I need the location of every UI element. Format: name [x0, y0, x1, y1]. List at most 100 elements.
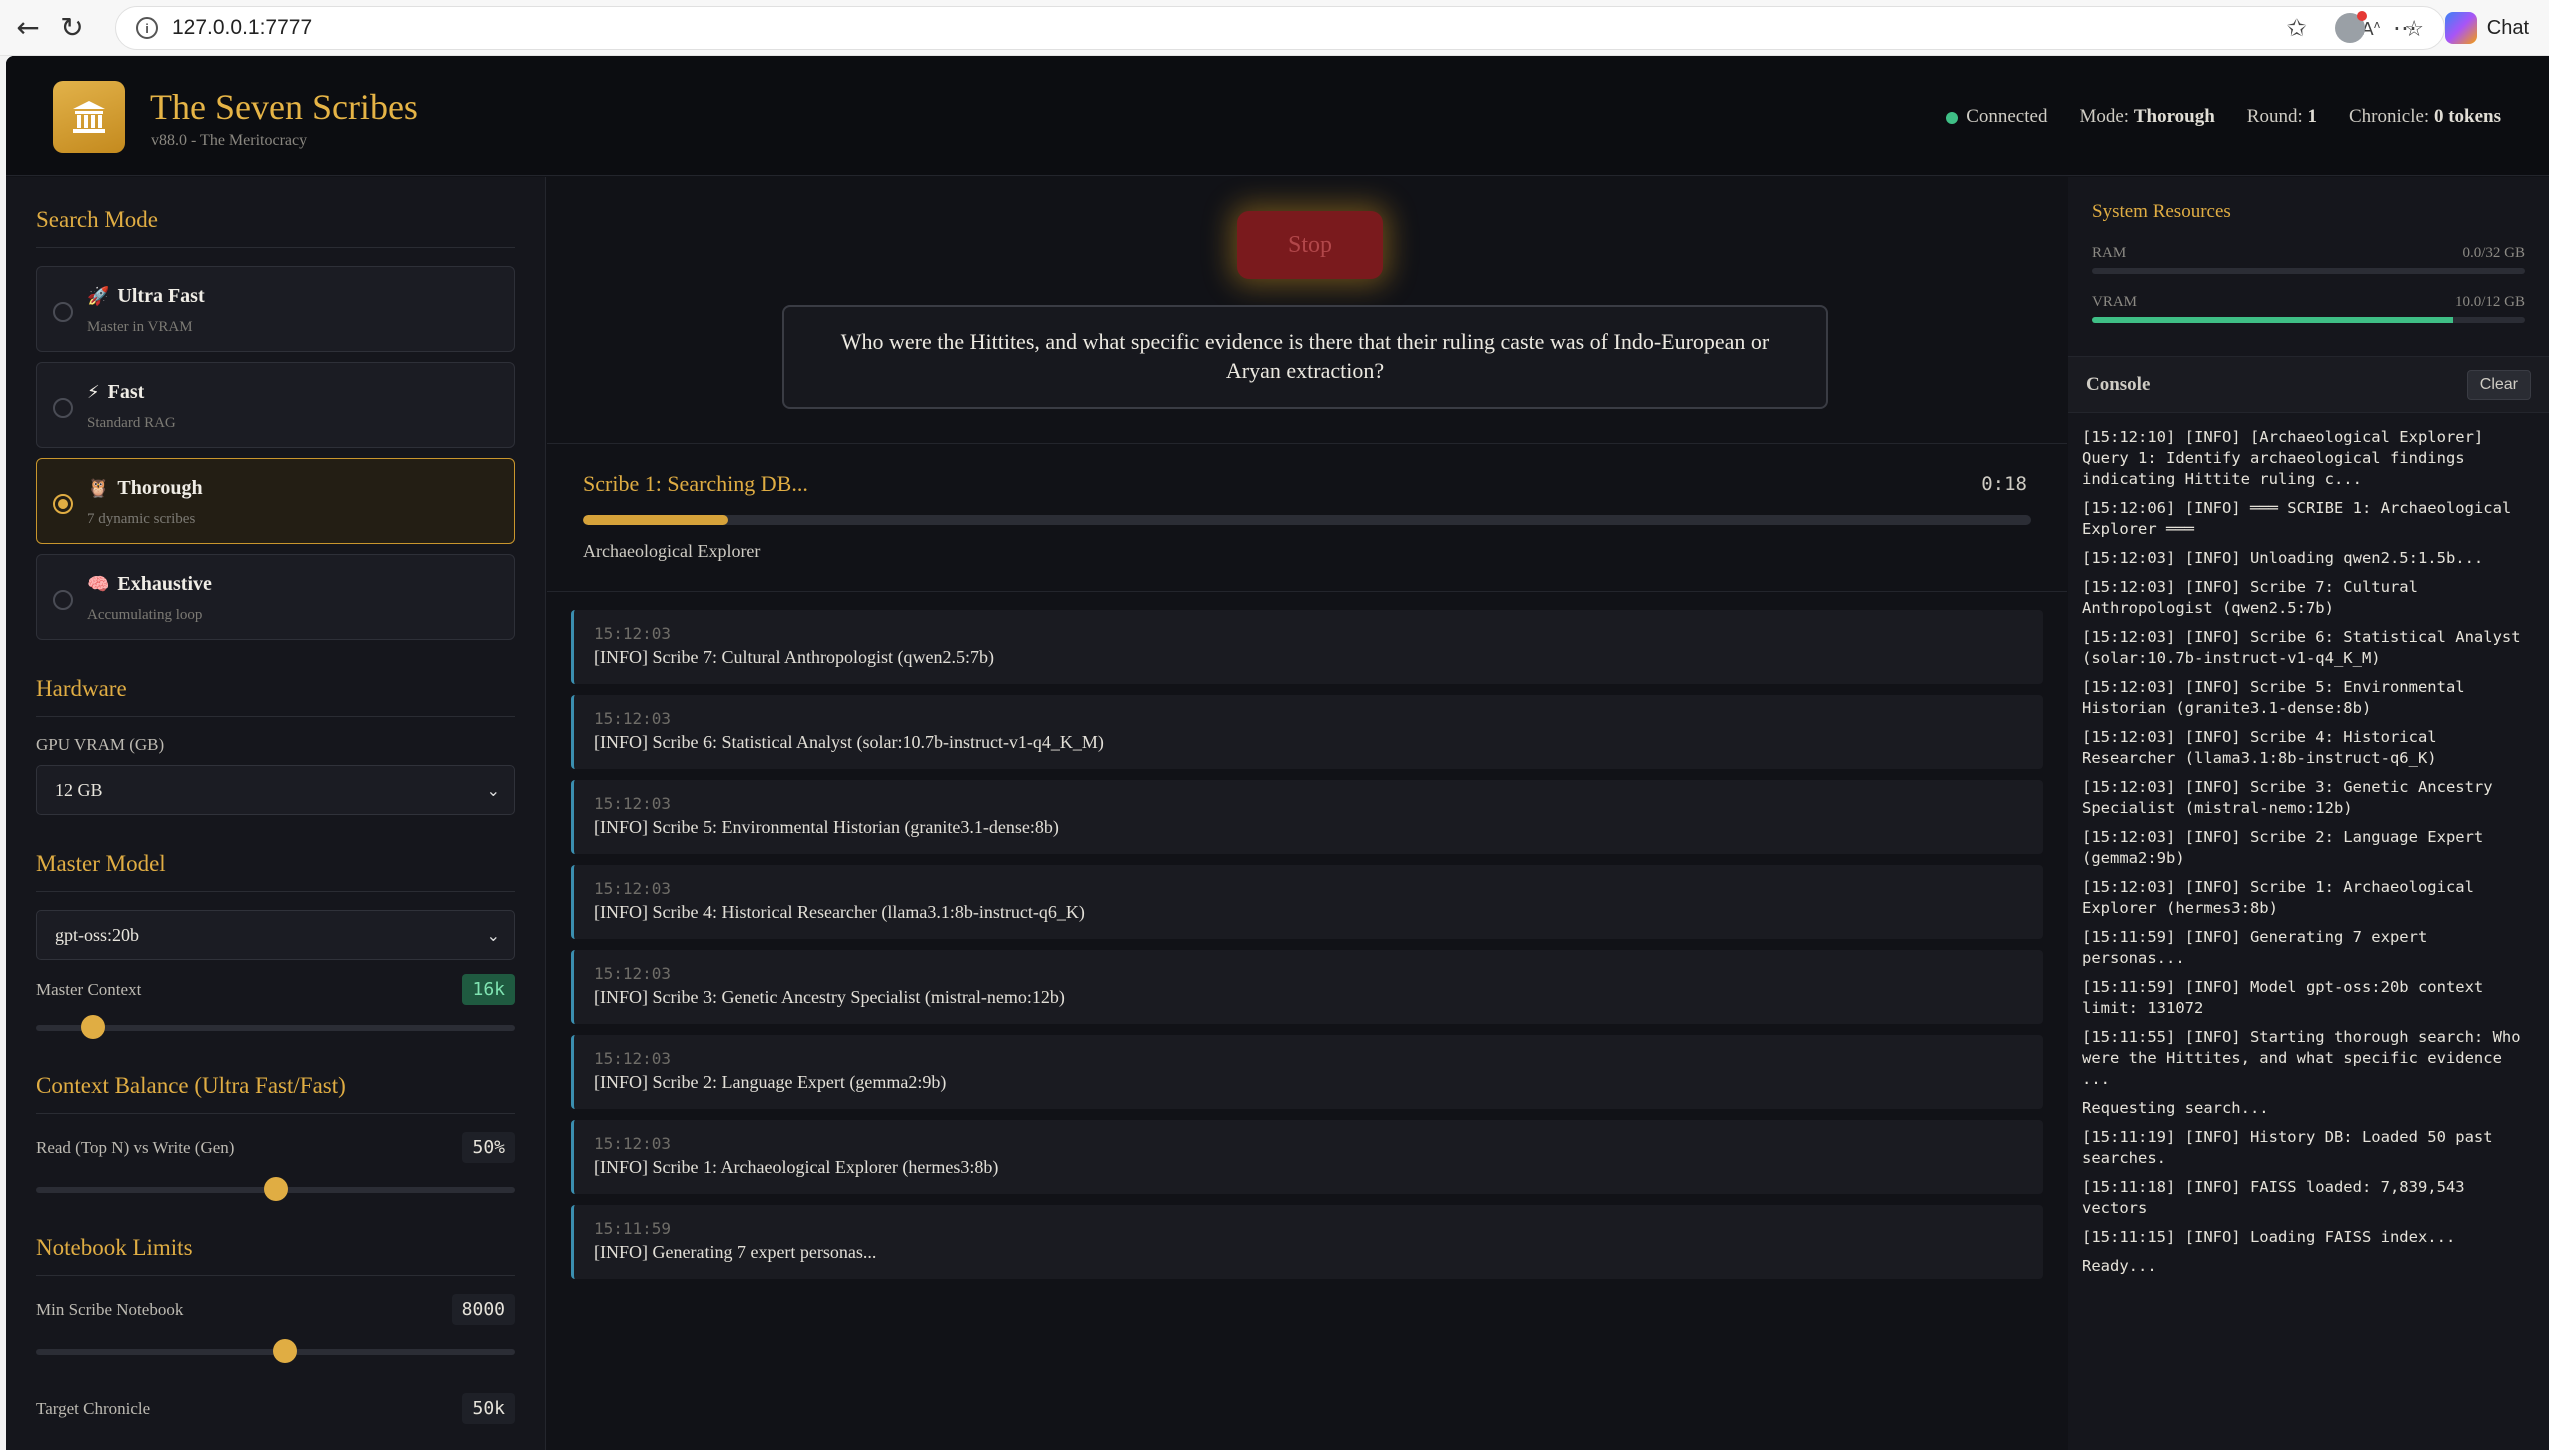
console-line: [15:12:03] [INFO] Scribe 5: Environmenta…: [2082, 678, 2474, 717]
log-message: [INFO] Scribe 2: Language Expert (gemma2…: [594, 1072, 947, 1092]
radio-button[interactable]: [53, 302, 73, 322]
divider: [547, 591, 2067, 592]
mode-option-ultra-fast[interactable]: 🚀 Ultra Fast Master in VRAM: [36, 266, 515, 352]
slider-handle[interactable]: [273, 1339, 298, 1363]
rocket-icon: 🚀: [87, 286, 110, 307]
master-context-value: 16k: [462, 974, 515, 1005]
copilot-icon: [2444, 12, 2477, 44]
log-message: [INFO] Scribe 6: Statistical Analyst (so…: [594, 732, 1104, 752]
log-message: [INFO] Scribe 3: Genetic Ancestry Specia…: [594, 987, 1065, 1007]
hardware-title: Hardware: [36, 676, 515, 717]
url-text: 127.0.0.1:7777: [172, 16, 313, 39]
console-line: [15:11:18] [INFO] FAISS loaded: 7,839,54…: [2082, 1178, 2474, 1217]
clear-button[interactable]: Clear: [2466, 369, 2531, 400]
mode-status: Mode: Thorough: [2079, 106, 2215, 127]
console-line: Ready...: [2082, 1257, 2157, 1275]
app-header: The Seven Scribes v88.0 - The Meritocrac…: [6, 56, 2549, 176]
divider: [547, 443, 2067, 444]
console-line: [15:12:03] [INFO] Scribe 2: Language Exp…: [2082, 828, 2493, 867]
gpu-vram-value: 12 GB: [55, 779, 103, 800]
console-line: [15:11:19] [INFO] History DB: Loaded 50 …: [2082, 1128, 2502, 1167]
log-entry: 15:12:03 [INFO] Scribe 7: Cultural Anthro…: [571, 610, 2043, 684]
current-scribe-name: Archaeological Explorer: [583, 541, 761, 561]
master-context-label: Master Context: [36, 979, 142, 999]
log-entry: 15:12:03 [INFO] Scribe 6: Statistical Ana…: [571, 695, 2043, 769]
log-timestamp: 15:12:03: [594, 624, 672, 643]
radio-button[interactable]: [53, 494, 73, 514]
console-line: [15:11:59] [INFO] Model gpt-oss:20b cont…: [2082, 978, 2493, 1017]
log-timestamp: 15:12:03: [594, 1134, 672, 1153]
info-icon[interactable]: i: [136, 17, 158, 39]
log-timestamp: 15:11:59: [594, 1219, 672, 1238]
status-row: Connected Mode: Thorough Round: 1 Chroni…: [1946, 106, 2501, 128]
activity-log: 15:12:03 [INFO] Scribe 7: Cultural Anthro…: [571, 610, 2043, 1290]
mode-option-fast[interactable]: ⚡ Fast Standard RAG: [36, 362, 515, 448]
context-balance-title: Context Balance (Ultra Fast/Fast): [36, 1073, 515, 1114]
console-line: [15:12:03] [INFO] Scribe 1: Archaeologic…: [2082, 878, 2484, 917]
slider-handle[interactable]: [263, 1177, 288, 1201]
progress-fill: [583, 515, 728, 525]
vram-label: VRAM: [2092, 294, 2138, 310]
system-resources: System Resources RAM 0.0/32 GB VRAM 10.0…: [2068, 177, 2549, 357]
more-menu-icon[interactable]: ⋯: [2393, 14, 2417, 42]
min-notebook-slider[interactable]: [36, 1339, 515, 1363]
radio-button[interactable]: [53, 398, 73, 418]
chevron-down-icon: ⌄: [486, 780, 500, 800]
target-chronicle-label: Target Chronicle: [36, 1398, 151, 1418]
master-model-value: gpt-oss:20b: [55, 924, 140, 945]
stop-button[interactable]: Stop: [1237, 211, 1383, 279]
query-input[interactable]: Who were the Hittites, and what specific…: [782, 305, 1828, 409]
mode-name: 🧠 Exhaustive: [87, 573, 212, 595]
ram-label: RAM: [2092, 245, 2127, 261]
connection-status: Connected: [1946, 106, 2047, 128]
gpu-vram-select[interactable]: 12 GB ⌄: [36, 765, 515, 815]
ram-bar: [2092, 268, 2525, 274]
mode-list: 🚀 Ultra Fast Master in VRAM ⚡ Fast Standard R…: [36, 266, 515, 640]
read-write-slider[interactable]: [36, 1177, 515, 1201]
mode-option-thorough[interactable]: 🦉 Thorough 7 dynamic scribes: [36, 458, 515, 544]
console-line: [15:12:06] [INFO] ═══ SCRIBE 1: Archaeol…: [2082, 499, 2521, 538]
mode-name: ⚡ Fast: [87, 381, 145, 403]
address-bar[interactable]: i 127.0.0.1:7777 Aʌ ☆: [115, 6, 2445, 50]
console-line: [15:12:10] [INFO] [Archaeological Explor…: [2082, 428, 2493, 488]
mode-option-exhaustive[interactable]: 🧠 Exhaustive Accumulating loop: [36, 554, 515, 640]
log-timestamp: 15:12:03: [594, 794, 672, 813]
target-chronicle-value: 50k: [462, 1393, 515, 1424]
radio-button[interactable]: [53, 590, 73, 610]
app-root: The Seven Scribes v88.0 - The Meritocrac…: [6, 56, 2549, 1450]
elapsed-timer: 0:18: [1981, 473, 2027, 495]
progress-title: Scribe 1: Searching DB...: [583, 471, 808, 496]
vram-bar: [2092, 317, 2525, 323]
reload-icon[interactable]: ↻: [44, 0, 100, 56]
console-line: [15:11:15] [INFO] Loading FAISS index...: [2082, 1228, 2456, 1246]
master-model-select[interactable]: gpt-oss:20b ⌄: [36, 910, 515, 960]
profile-avatar[interactable]: [2334, 11, 2367, 43]
slider-handle[interactable]: [81, 1015, 106, 1039]
log-message: [INFO] Scribe 5: Environmental Historian…: [594, 817, 1059, 837]
chevron-down-icon: ⌄: [486, 925, 500, 945]
main-panel: Stop Who were the Hittites, and what spe…: [547, 177, 2067, 1450]
favorites-icon[interactable]: ✩: [2287, 14, 2307, 42]
copilot-chat-button[interactable]: Chat: [2444, 12, 2529, 44]
console-line: Requesting search...: [2082, 1099, 2269, 1117]
brain-icon: 🧠: [87, 574, 110, 595]
lightning-icon: ⚡: [87, 382, 100, 403]
vram-fill: [2092, 317, 2453, 323]
read-write-label: Read (Top N) vs Write (Gen): [36, 1137, 235, 1157]
min-notebook-label: Min Scribe Notebook: [36, 1299, 184, 1319]
mode-name: 🦉 Thorough: [87, 477, 203, 499]
log-message: [INFO] Scribe 1: Archaeological Explorer…: [594, 1157, 999, 1177]
log-entry: 15:11:59 [INFO] Generating 7 expert perso…: [571, 1205, 2043, 1279]
master-context-slider[interactable]: [36, 1015, 515, 1039]
system-resources-title: System Resources: [2092, 201, 2231, 222]
right-panel: System Resources RAM 0.0/32 GB VRAM 10.0…: [2068, 177, 2549, 1450]
mode-description: Standard RAG: [87, 415, 176, 431]
progress-bar: [583, 515, 2031, 525]
ram-value: 0.0/32 GB: [2462, 245, 2525, 261]
master-model-title: Master Model: [36, 851, 515, 892]
chronicle-status: Chronicle: 0 tokens: [2349, 106, 2501, 127]
search-mode-title: Search Mode: [36, 207, 515, 248]
mode-description: Master in VRAM: [87, 319, 193, 335]
log-message: [INFO] Scribe 7: Cultural Anthropologist…: [594, 647, 994, 667]
console-line: [15:11:55] [INFO] Starting thorough sear…: [2082, 1028, 2530, 1088]
